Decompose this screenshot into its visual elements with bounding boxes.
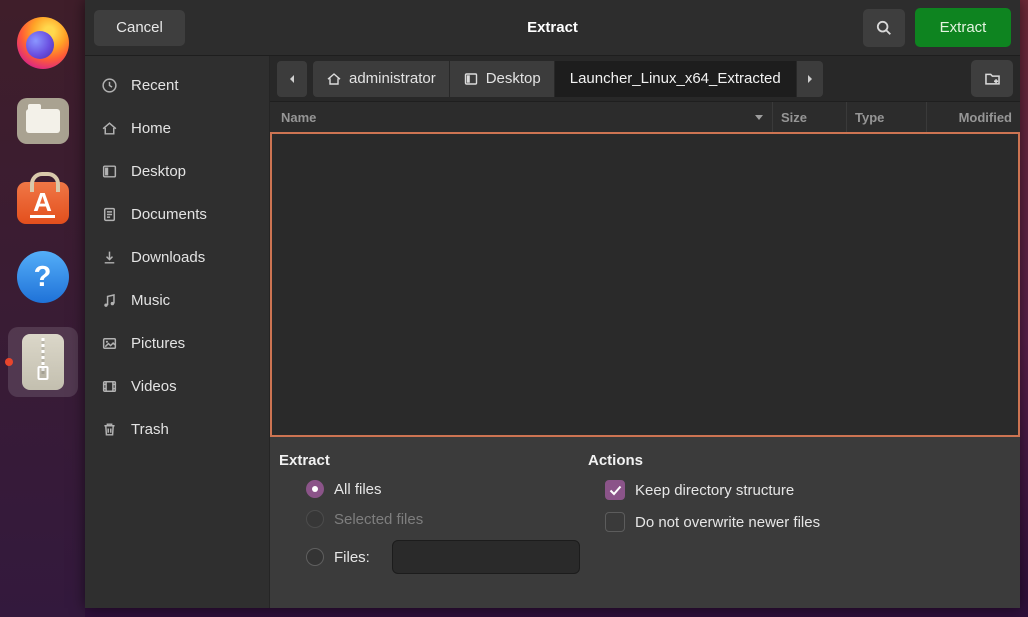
pictures-icon [101, 335, 118, 352]
search-icon [875, 19, 893, 37]
sidebar-item-documents[interactable]: Documents [85, 193, 269, 236]
forward-arrow-icon [804, 73, 816, 85]
breadcrumb-administrator[interactable]: administrator [313, 61, 449, 97]
files-icon [17, 98, 69, 144]
checkbox-keep-directory-structure[interactable]: Keep directory structure [605, 480, 820, 500]
trash-icon [101, 421, 118, 438]
sidebar-item-label: Music [131, 292, 170, 309]
dock-item-files[interactable] [8, 91, 78, 151]
breadcrumb-label: Desktop [486, 70, 541, 87]
sidebar-item-label: Downloads [131, 249, 205, 266]
home-icon [326, 71, 342, 87]
desktop-icon [101, 163, 118, 180]
sidebar-item-label: Documents [131, 206, 207, 223]
sidebar-item-trash[interactable]: Trash [85, 408, 269, 451]
sidebar-item-label: Trash [131, 421, 169, 438]
path-bar: administrator Desktop Launcher_Linux_x64… [270, 56, 1020, 102]
radio-label: Files: [334, 549, 370, 566]
sidebar-item-label: Desktop [131, 163, 186, 180]
new-folder-button[interactable] [971, 60, 1013, 97]
radio-files[interactable]: Files: [306, 540, 588, 574]
radio-label: Selected files [334, 511, 423, 528]
column-type[interactable]: Type [846, 102, 926, 132]
dialog-title: Extract [527, 19, 578, 36]
software-letter: A [30, 189, 55, 218]
extract-group-title: Extract [279, 452, 588, 469]
column-header-row: Name Size Type Modified [270, 102, 1020, 132]
extract-button[interactable]: Extract [915, 8, 1011, 47]
actions-group-title: Actions [588, 452, 820, 469]
dock-item-ubuntu-software[interactable]: A [8, 169, 78, 229]
dock-item-help[interactable]: ? [8, 247, 78, 307]
sidebar-item-home[interactable]: Home [85, 107, 269, 150]
sidebar-item-label: Home [131, 120, 171, 137]
home-icon [101, 120, 118, 137]
checkbox-do-not-overwrite[interactable]: Do not overwrite newer files [605, 512, 820, 532]
radio-label: All files [334, 481, 382, 498]
back-arrow-icon [286, 73, 298, 85]
new-folder-icon [983, 69, 1002, 88]
radio-selected-files: Selected files [306, 510, 588, 528]
column-size[interactable]: Size [772, 102, 846, 132]
running-indicator-dot [5, 358, 13, 366]
column-modified[interactable]: Modified [926, 102, 1020, 132]
sidebar-item-desktop[interactable]: Desktop [85, 150, 269, 193]
forward-button[interactable] [797, 61, 823, 97]
firefox-icon [17, 17, 69, 69]
file-list[interactable] [270, 132, 1020, 437]
sidebar-item-label: Recent [131, 77, 179, 94]
dock-item-archive-manager[interactable] [8, 325, 78, 399]
column-name[interactable]: Name [270, 102, 772, 132]
cancel-button[interactable]: Cancel [94, 10, 185, 46]
search-button[interactable] [863, 9, 905, 47]
sidebar-item-pictures[interactable]: Pictures [85, 322, 269, 365]
dock-item-firefox[interactable] [8, 13, 78, 73]
sidebar: Recent Home Desktop Documents Downloads … [85, 56, 270, 608]
breadcrumb-current-folder[interactable]: Launcher_Linux_x64_Extracted [555, 61, 796, 97]
downloads-icon [101, 249, 118, 266]
dock: A ? [0, 0, 85, 617]
ubuntu-software-icon: A [17, 182, 69, 224]
checkbox-label: Keep directory structure [635, 482, 794, 499]
radio-all-files[interactable]: All files [306, 480, 588, 498]
checkbox-unchecked-icon [605, 512, 625, 532]
sidebar-item-music[interactable]: Music [85, 279, 269, 322]
sidebar-item-label: Videos [131, 378, 177, 395]
documents-icon [101, 206, 118, 223]
recent-icon [101, 77, 118, 94]
breadcrumb-label: administrator [349, 70, 436, 87]
sidebar-item-videos[interactable]: Videos [85, 365, 269, 408]
back-button[interactable] [277, 61, 307, 97]
extract-dialog: Cancel Extract Extract Recent Home Desk [85, 0, 1020, 608]
radio-checked-icon [306, 480, 324, 498]
sidebar-item-label: Pictures [131, 335, 185, 352]
sort-descending-icon [754, 113, 764, 121]
sidebar-item-recent[interactable]: Recent [85, 64, 269, 107]
music-icon [101, 292, 118, 309]
files-pattern-input[interactable] [392, 540, 580, 574]
header-bar: Cancel Extract Extract [85, 0, 1020, 56]
checkbox-checked-icon [605, 480, 625, 500]
archive-manager-icon [22, 334, 64, 390]
sidebar-item-downloads[interactable]: Downloads [85, 236, 269, 279]
active-app-highlight [8, 327, 78, 397]
videos-icon [101, 378, 118, 395]
checkbox-label: Do not overwrite newer files [635, 514, 820, 531]
help-icon: ? [17, 251, 69, 303]
actions-options-group: Actions Keep directory structure Do not … [588, 452, 820, 608]
desktop-icon [463, 71, 479, 87]
breadcrumb-desktop[interactable]: Desktop [450, 61, 554, 97]
radio-unchecked-icon [306, 510, 324, 528]
radio-unchecked-icon [306, 548, 324, 566]
options-panel: Extract All files Selected files Files: [270, 437, 1020, 608]
extract-options-group: Extract All files Selected files Files: [279, 452, 588, 608]
